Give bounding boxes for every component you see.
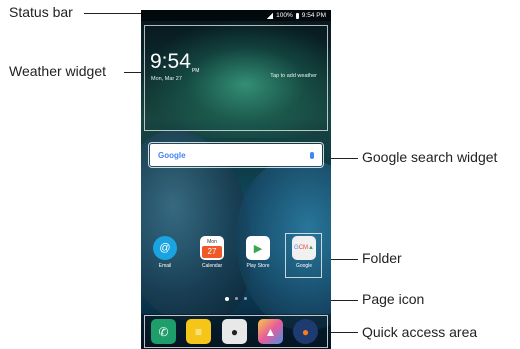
weather-widget[interactable]: 9:54PM Mon, Mar 27 Tap to add weather: [144, 25, 328, 131]
play-store-icon: ▶: [246, 236, 270, 260]
battery-icon: [295, 12, 299, 19]
callout-folder: Folder: [362, 250, 402, 266]
weather-date: Mon, Mar 27: [151, 76, 182, 82]
page-dot[interactable]: [235, 297, 238, 300]
page-dot[interactable]: [244, 297, 247, 300]
camera-icon[interactable]: ●: [222, 319, 247, 344]
callout-line-status-bar: [84, 13, 141, 14]
app-play-store[interactable]: ▶ Play Store: [244, 236, 272, 269]
phone-icon[interactable]: ✆: [151, 319, 176, 344]
callout-google-search-widget: Google search widget: [362, 149, 498, 165]
firefox-icon[interactable]: ●: [293, 319, 318, 344]
callout-line-quick-access: [331, 332, 358, 333]
tap-to-add-weather[interactable]: Tap to add weather: [270, 73, 317, 79]
app-email[interactable]: @ Email: [151, 236, 179, 269]
app-label: Email: [158, 263, 172, 269]
app-label: Play Store: [246, 263, 270, 269]
folder-highlight: [285, 233, 322, 278]
callout-page-icon: Page icon: [362, 291, 425, 307]
status-time: 9:54 PM: [301, 12, 326, 19]
gallery-icon[interactable]: ▲: [258, 319, 283, 344]
callout-quick-access-area: Quick access area: [362, 324, 478, 340]
google-search-widget[interactable]: Google: [148, 142, 324, 168]
email-icon: @: [153, 236, 177, 260]
app-calendar[interactable]: Mon 27 Calendar: [198, 236, 226, 269]
signal-icon: [266, 12, 274, 19]
page-dot[interactable]: [225, 296, 229, 301]
weather-time: 9:54PM: [150, 50, 200, 74]
battery-percent: 100%: [276, 12, 293, 19]
message-icon[interactable]: ≡: [186, 319, 211, 344]
callout-weather-widget: Weather widget: [9, 63, 107, 79]
app-label: Calendar: [201, 263, 223, 269]
google-logo: Google: [158, 150, 186, 160]
mic-icon[interactable]: [310, 151, 314, 159]
calendar-icon: Mon 27: [200, 236, 224, 260]
status-bar: 100% 9:54 PM: [141, 10, 331, 21]
callout-status-bar: Status bar: [9, 4, 73, 20]
phone-screen: 100% 9:54 PM 9:54PM Mon, Mar 27 Tap to a…: [141, 10, 331, 349]
page-indicator[interactable]: [213, 294, 259, 303]
